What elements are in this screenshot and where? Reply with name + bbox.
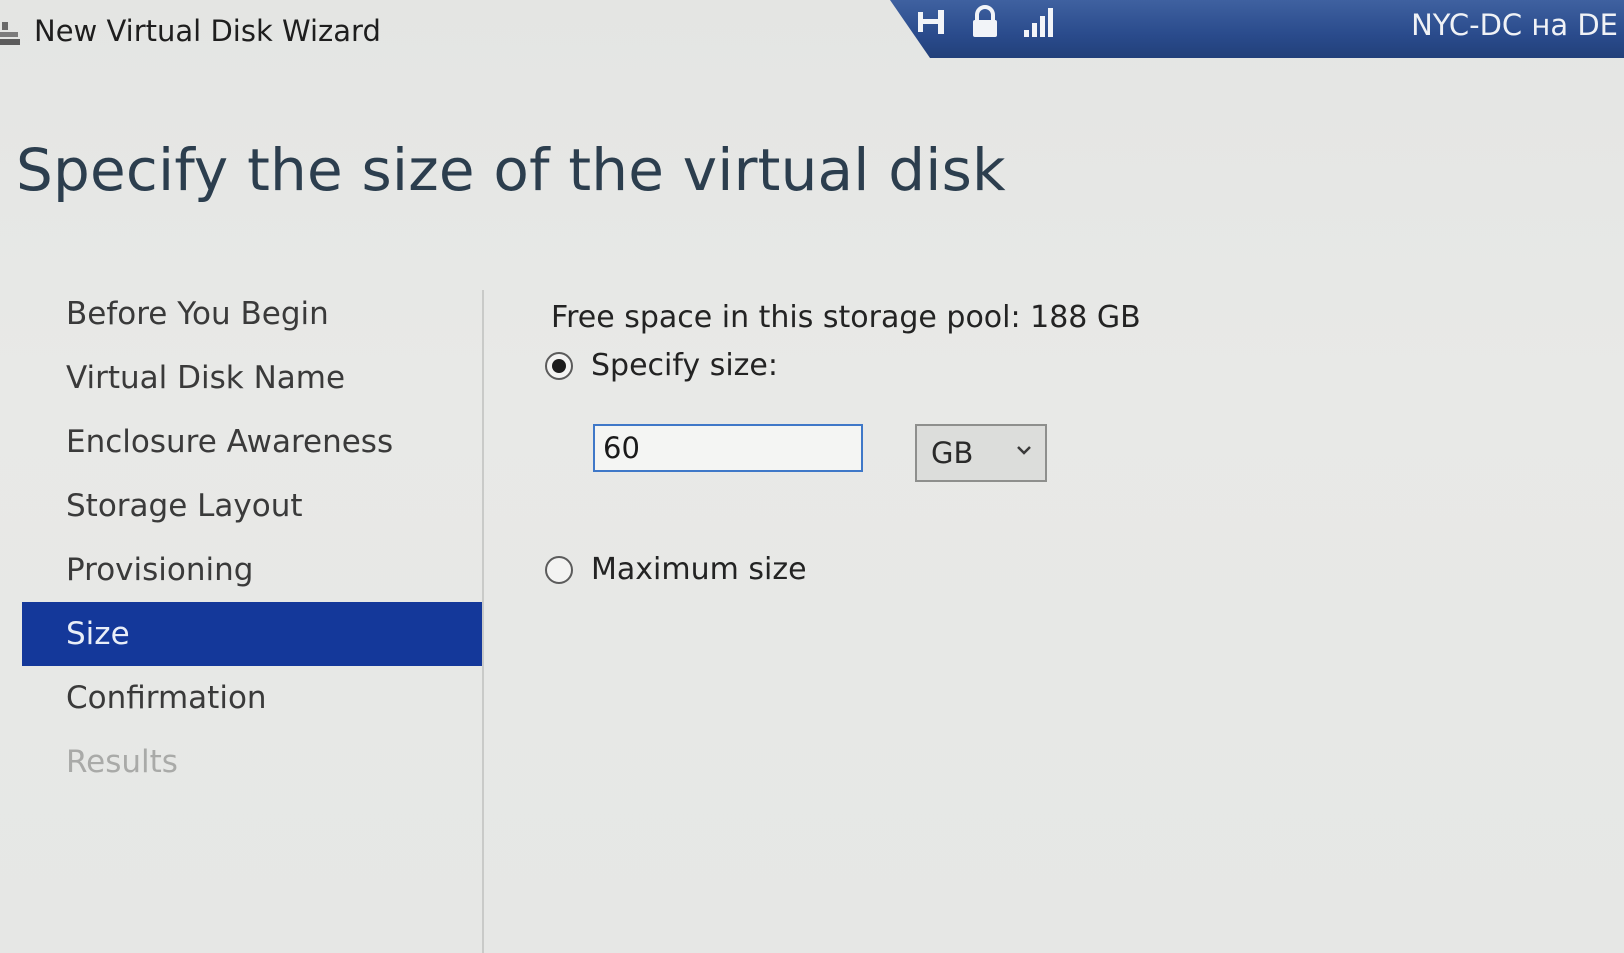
nav-step-confirmation[interactable]: Confirmation <box>22 666 482 730</box>
specify-size-label[interactable]: Specify size: <box>591 348 778 383</box>
maximum-size-radio[interactable] <box>545 555 573 584</box>
free-space-text: Free space in this storage pool: 188 GB <box>551 300 1141 335</box>
nav-divider <box>482 290 484 953</box>
size-value-input[interactable] <box>593 424 863 472</box>
size-unit-dropdown[interactable]: GB <box>915 424 1047 482</box>
nav-step-provisioning[interactable]: Provisioning <box>22 538 482 602</box>
nav-step-storage-layout[interactable]: Storage Layout <box>22 474 482 538</box>
remote-desktop-bar: NYC-DC на DE <box>890 0 1624 58</box>
maximum-size-option[interactable]: Maximum size <box>545 552 807 587</box>
signal-icon[interactable] <box>1020 4 1058 40</box>
specify-size-radio[interactable] <box>545 351 573 380</box>
nav-step-size[interactable]: Size <box>22 602 482 666</box>
wizard-steps-nav: Before You Begin Virtual Disk Name Enclo… <box>22 282 482 794</box>
wizard-app-icon <box>0 22 20 45</box>
size-unit-value: GB <box>931 436 974 470</box>
specify-size-option[interactable]: Specify size: <box>545 348 778 383</box>
window-title: New Virtual Disk Wizard <box>34 14 381 48</box>
window-titlebar: New Virtual Disk Wizard <box>0 0 900 62</box>
chevron-down-icon <box>1017 446 1031 455</box>
nav-step-before-you-begin[interactable]: Before You Begin <box>22 282 482 346</box>
nav-step-virtual-disk-name[interactable]: Virtual Disk Name <box>22 346 482 410</box>
nav-step-results: Results <box>66 744 178 780</box>
nav-step-enclosure-awareness[interactable]: Enclosure Awareness <box>22 410 482 474</box>
lock-icon[interactable] <box>966 4 1004 40</box>
remote-host-label: NYC-DC на DE <box>1411 8 1618 42</box>
page-title: Specify the size of the virtual disk <box>16 136 1006 204</box>
maximum-size-label[interactable]: Maximum size <box>591 552 807 587</box>
pin-icon[interactable] <box>914 4 952 40</box>
